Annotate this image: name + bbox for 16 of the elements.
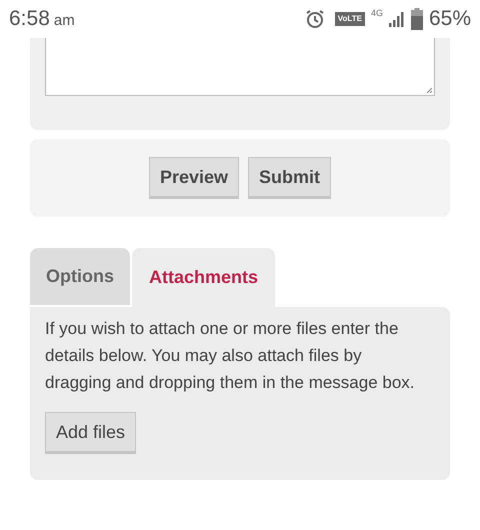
signal-icon [388,11,405,27]
tab[interactable]: Options [30,248,130,305]
resize-grip-icon [426,87,432,93]
add-files-button[interactable]: Add files [45,412,136,454]
battery-percent: 65% [428,6,471,32]
clock-period: am [54,11,75,32]
tab[interactable]: Attachments [132,248,276,307]
form-button[interactable]: Preview [148,157,240,199]
network-type: 4G [370,7,383,20]
attachments-text: If you wish to attach one or more files enter the details below. You may also attach files by dragging and dropping them in the message box. [45,318,416,394]
battery-icon [410,8,423,30]
clock-time: 6:58 [9,6,50,32]
message-box[interactable] [45,38,435,96]
form-button[interactable]: Submit [248,157,332,199]
volte-badge: VoLTE [334,12,365,26]
alarm-icon [304,9,325,29]
